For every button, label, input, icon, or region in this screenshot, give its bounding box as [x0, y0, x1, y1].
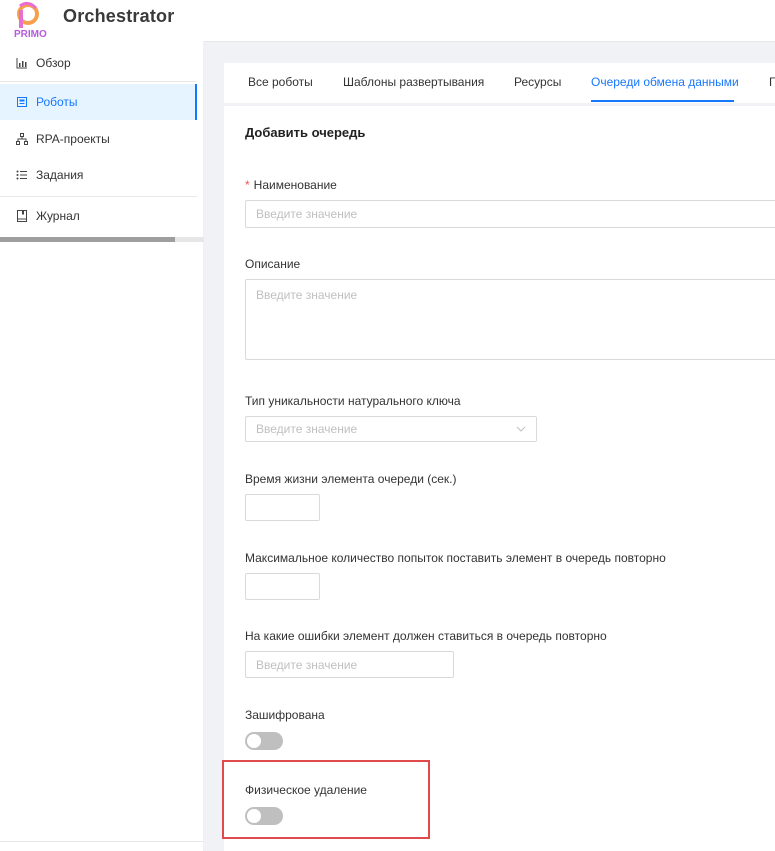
sidebar-item-label: Обзор	[36, 56, 71, 70]
sidebar-item-label: RPA-проекты	[36, 132, 110, 146]
sidebar-divider	[0, 81, 197, 82]
sidebar-scrollbar[interactable]	[0, 237, 204, 242]
journal-icon	[16, 210, 28, 222]
robot-icon	[16, 96, 28, 108]
tab-resources[interactable]: Ресурсы	[514, 75, 561, 89]
tab-groups[interactable]: Гр	[769, 75, 775, 89]
description-textarea[interactable]: Введите значение	[245, 279, 775, 360]
tab-bar: Все роботы Шаблоны развертывания Ресурсы…	[224, 63, 775, 103]
app-title: Orchestrator	[63, 6, 175, 26]
tab-data-queues[interactable]: Очереди обмена данными	[591, 75, 739, 89]
svg-text:PRIMO: PRIMO	[14, 29, 47, 40]
form-title: Добавить очередь	[245, 125, 366, 140]
encrypted-toggle[interactable]	[245, 732, 283, 750]
retry-errors-label: На какие ошибки элемент должен ставиться…	[245, 629, 607, 643]
tab-deployment-templates[interactable]: Шаблоны развертывания	[343, 75, 484, 89]
max-retries-input[interactable]	[245, 573, 320, 600]
ttl-label: Время жизни элемента очереди (сек.)	[245, 472, 457, 486]
sidebar-divider	[0, 196, 197, 197]
active-tab-indicator	[591, 100, 734, 102]
uniqueness-type-placeholder: Введите значение	[256, 422, 358, 436]
sidebar-item-label: Роботы	[36, 95, 78, 109]
uniqueness-type-select[interactable]: Введите значение	[245, 416, 537, 442]
sidebar-item-robots[interactable]: Роботы	[0, 84, 197, 120]
uniqueness-type-label: Тип уникальности натурального ключа	[245, 394, 461, 408]
name-input[interactable]: Введите значение	[245, 200, 775, 228]
sidebar-item-journal[interactable]: Журнал	[0, 198, 197, 234]
name-label: * Наименование	[245, 178, 337, 192]
sidebar-scrollbar-thumb[interactable]	[0, 237, 175, 242]
sidebar-bottom-divider	[0, 841, 204, 842]
sidebar-item-tasks[interactable]: Задания	[0, 157, 197, 193]
annotation-highlight-box	[222, 760, 430, 839]
chevron-down-icon	[516, 426, 526, 432]
sidebar-item-label: Журнал	[36, 209, 80, 223]
sidebar-item-rpa-projects[interactable]: RPA-проекты	[0, 121, 197, 157]
sidebar-item-label: Задания	[36, 168, 84, 182]
description-label: Описание	[245, 257, 301, 271]
primo-logo: PRIMO	[14, 1, 47, 40]
max-retries-label: Максимальное количество попыток поставит…	[245, 551, 666, 565]
bar-chart-icon	[16, 57, 28, 69]
required-marker: *	[245, 178, 250, 192]
retry-errors-input[interactable]: Введите значение	[245, 651, 454, 678]
toggle-knob	[247, 734, 261, 748]
tab-all-robots[interactable]: Все роботы	[248, 75, 313, 89]
ttl-input[interactable]	[245, 494, 320, 521]
app-header: PRIMO Orchestrator	[0, 0, 775, 41]
sidebar-item-overview[interactable]: Обзор	[0, 45, 197, 81]
list-icon	[16, 169, 28, 181]
encrypted-label: Зашифрована	[245, 708, 325, 722]
project-tree-icon	[16, 133, 28, 145]
